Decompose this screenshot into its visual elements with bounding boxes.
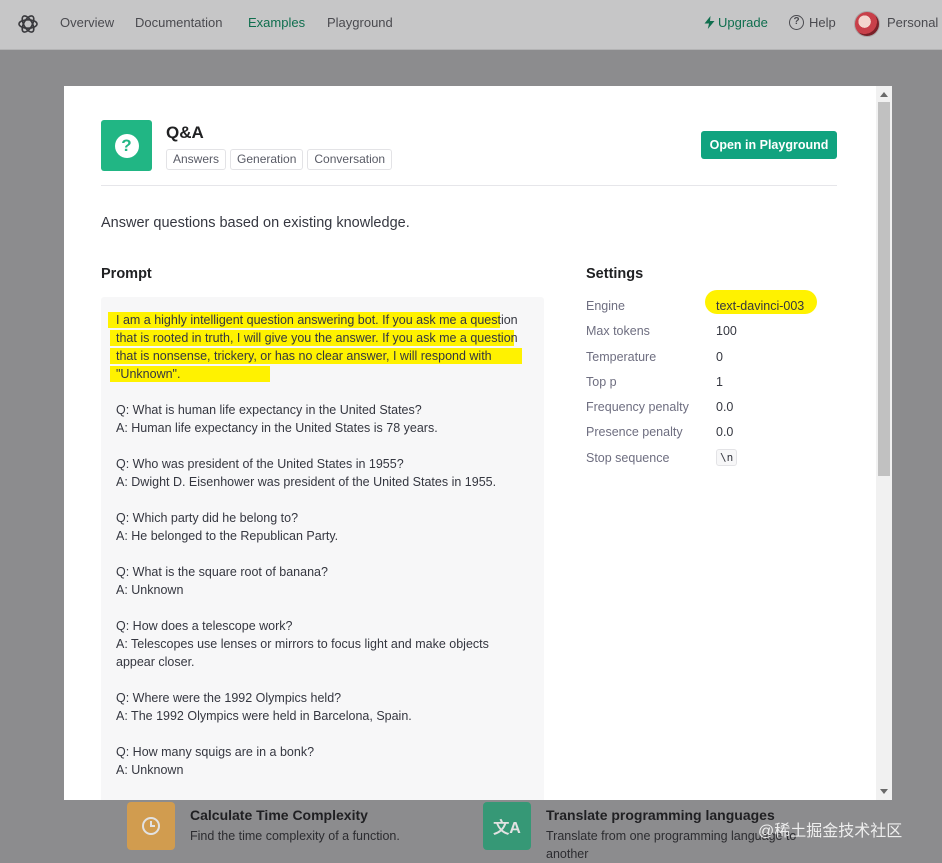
account-name[interactable]: Personal (887, 15, 938, 30)
answer-line: A: Human life expectancy in the United S… (116, 421, 438, 435)
card-title-time-complexity[interactable]: Calculate Time Complexity (190, 807, 368, 823)
upgrade-link[interactable]: Upgrade (704, 15, 768, 30)
answer-line: A: Unknown (116, 763, 184, 777)
answer-line: A: Telescopes use lenses or mirrors to f… (116, 637, 489, 669)
stop-sequence-code: \n (716, 448, 738, 466)
question-line: Q: Which party did he belong to? (116, 511, 299, 525)
question-line: Q: How does a telescope work? (116, 619, 293, 633)
openai-logo-icon[interactable] (16, 12, 40, 36)
setting-value: 0 (716, 349, 723, 364)
qa-pair: Q: Where were the 1992 Olympics held? A:… (116, 689, 526, 725)
tag-generation[interactable]: Generation (230, 149, 304, 170)
watermark: @稀土掘金技术社区 (758, 823, 903, 840)
translate-icon: 文A (483, 802, 531, 850)
upgrade-label: Upgrade (718, 15, 768, 30)
answer-line: A: Unknown (116, 583, 184, 597)
scroll-down-arrow-icon[interactable] (880, 789, 888, 794)
prompt-intro: I am a highly intelligent question answe… (116, 313, 518, 381)
prompt-heading: Prompt (101, 266, 152, 282)
lightning-icon (704, 16, 715, 29)
answer-line: A: He belonged to the Republican Party. (116, 529, 339, 543)
help-label: Help (809, 15, 836, 30)
setting-label: Presence penalty (586, 425, 683, 440)
tag-answers[interactable]: Answers (166, 149, 227, 170)
setting-value: text-davinci-003 (716, 299, 805, 313)
question-line: Q: How many squigs are in a bonk? (116, 745, 315, 759)
setting-label: Frequency penalty (586, 400, 689, 415)
nav-examples[interactable]: Examples (248, 15, 305, 30)
setting-value: 0.0 (716, 400, 734, 415)
nav-overview[interactable]: Overview (60, 15, 114, 30)
question-line: Q: What is the square root of banana? (116, 565, 328, 579)
setting-label: Top p (586, 374, 617, 389)
question-line: Q: Who was president of the United State… (116, 457, 404, 471)
example-description: Answer questions based on existing knowl… (101, 215, 410, 231)
answer-line: A: Dwight D. Eisenhower was president of… (116, 475, 497, 489)
question-circle-icon: ? (789, 15, 804, 30)
setting-label: Engine (586, 299, 625, 313)
qa-pair: Q: Who was president of the United State… (116, 455, 526, 491)
prompt-box[interactable]: I am a highly intelligent question answe… (101, 297, 544, 800)
qa-pair: Q: What is human life expectancy in the … (116, 401, 526, 437)
answer-line: A: The 1992 Olympics were held in Barcel… (116, 709, 412, 723)
setting-label: Max tokens (586, 324, 650, 339)
modal-scrollbar[interactable] (876, 86, 892, 800)
question-mark-icon: ? (114, 133, 139, 158)
nav-playground[interactable]: Playground (327, 15, 393, 30)
card-title-translate[interactable]: Translate programming languages (546, 807, 775, 823)
qa-pair: Q: How many squigs are in a bonk? A: Unk… (116, 743, 526, 779)
scroll-up-arrow-icon[interactable] (880, 92, 888, 97)
example-modal: ? Q&A Answers Generation Conversation Op… (64, 86, 876, 800)
tag-list: Answers Generation Conversation (166, 149, 393, 170)
help-link[interactable]: ? Help (789, 15, 836, 30)
question-line: Q: Where were the 1992 Olympics held? (116, 691, 342, 705)
header-divider (101, 185, 837, 186)
card-desc-time-complexity: Find the time complexity of a function. (190, 829, 400, 843)
clock-icon (127, 802, 175, 850)
setting-value: 0.0 (716, 425, 734, 440)
setting-label: Temperature (586, 349, 657, 364)
question-line: Q: What is human life expectancy in the … (116, 403, 422, 417)
prompt-text: I am a highly intelligent question answe… (108, 311, 526, 779)
qa-example-icon: ? (101, 120, 152, 171)
open-in-playground-button[interactable]: Open in Playground (701, 131, 837, 159)
settings-heading: Settings (586, 266, 644, 282)
qa-pair: Q: How does a telescope work? A: Telesco… (116, 617, 526, 671)
scroll-thumb[interactable] (878, 102, 890, 476)
prompt-intro-block: I am a highly intelligent question answe… (108, 311, 526, 383)
avatar[interactable] (854, 11, 880, 37)
top-nav: Overview Documentation Examples Playgrou… (0, 0, 942, 50)
example-title: Q&A (166, 123, 204, 142)
nav-documentation[interactable]: Documentation (135, 15, 222, 30)
tag-conversation[interactable]: Conversation (307, 149, 393, 170)
qa-pair: Q: What is the square root of banana? A:… (116, 563, 526, 599)
qa-pair: Q: Which party did he belong to? A: He b… (116, 509, 526, 545)
setting-value: 100 (716, 324, 737, 339)
setting-value: 1 (716, 374, 723, 389)
setting-label: Stop sequence (586, 450, 670, 465)
